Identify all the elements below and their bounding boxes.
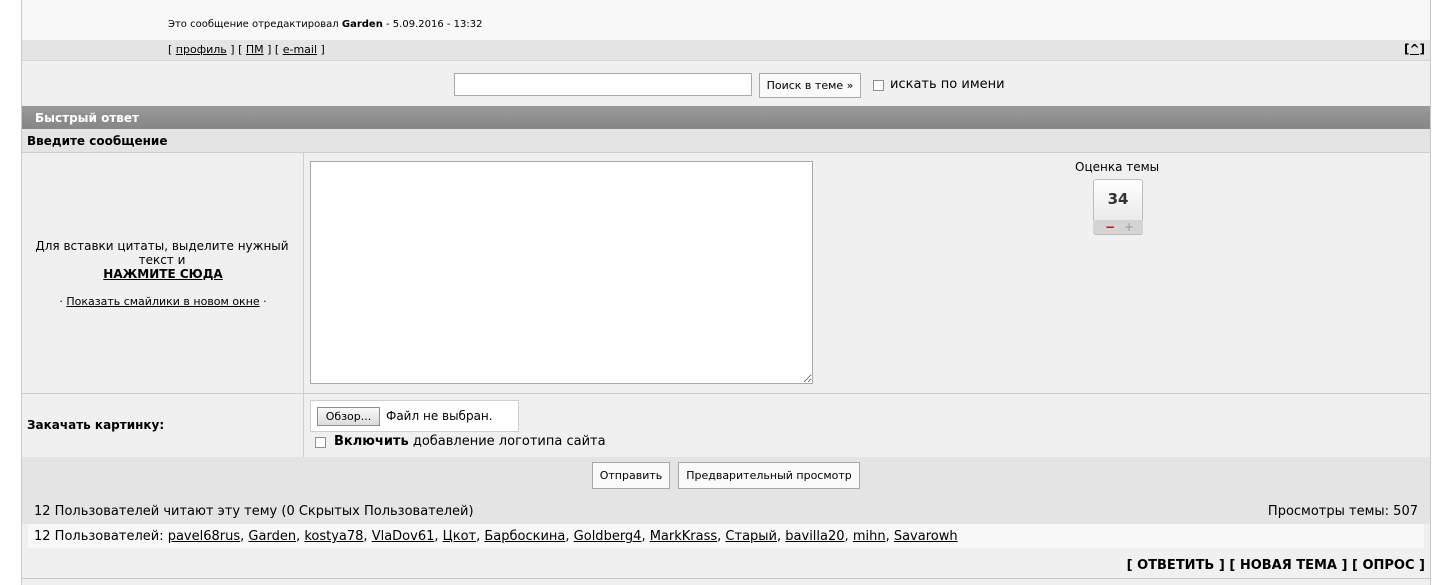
user-link[interactable]: kostya78	[304, 529, 363, 544]
image-upload-row: Закачать картинку: Обзор... Файл не выбр…	[22, 393, 1430, 458]
topic-search-button[interactable]: Поиск в теме »	[759, 73, 861, 98]
user-link[interactable]: Savarowh	[894, 529, 958, 544]
enter-message-row: Введите сообщение	[22, 129, 1430, 153]
new-topic-link[interactable]: НОВАЯ ТЕМА	[1240, 558, 1337, 573]
topic-views: Просмотры темы: 507	[1267, 504, 1418, 519]
add-logo-label-rest: добавление логотипа сайта	[412, 434, 606, 449]
search-by-name-label: искать по имени	[890, 77, 1005, 92]
rating-plus-button[interactable]: +	[1124, 220, 1134, 234]
quote-link-wrap: НАЖМИТЕ СЮДА	[22, 267, 304, 281]
reading-users-prefix: 12 Пользователей:	[34, 529, 164, 544]
rating-minus-button[interactable]: −	[1105, 220, 1115, 234]
topic-readers-row: 12 Пользователей читают эту тему (0 Скры…	[22, 494, 1430, 524]
user-link[interactable]: Цкот	[443, 529, 476, 544]
quote-helper-cell: Для вставки цитаты, выделите нужный текс…	[22, 153, 304, 393]
file-status-text: Файл не выбран.	[386, 409, 493, 423]
show-smiles-link[interactable]: Показать смайлики в новом окне	[66, 295, 259, 308]
reply-link[interactable]: ОТВЕТИТЬ	[1137, 558, 1214, 573]
search-by-name-checkbox[interactable]	[873, 80, 884, 91]
profile-link[interactable]: профиль	[176, 43, 227, 56]
topic-rating-widget: 34 − +	[1093, 179, 1143, 235]
edit-note: Это сообщение отредактировал Garden - 5.…	[168, 19, 482, 30]
user-link[interactable]: VlaDov61	[372, 529, 435, 544]
edit-note-author: Garden	[341, 19, 383, 30]
quote-hint-text: Для вставки цитаты, выделите нужный текс…	[35, 239, 289, 267]
submit-row: Отправить Предварительный просмотр	[22, 457, 1430, 494]
smiles-link-wrap: · Показать смайлики в новом окне ·	[59, 295, 267, 308]
user-link[interactable]: Goldberg4	[574, 529, 642, 544]
topic-rating-value: 34	[1107, 190, 1129, 208]
pm-link[interactable]: ПМ	[246, 43, 264, 56]
message-textarea[interactable]	[310, 161, 813, 384]
topic-search-row: Поиск в теме » искать по имени	[22, 60, 1430, 107]
post-edit-note-row: Это сообщение отредактировал Garden - 5.…	[22, 0, 1430, 40]
add-logo-label: Включить добавление логотипа сайта	[334, 434, 606, 449]
reading-users-row: 12 Пользователей: pavel68rus, Garden, ko…	[28, 524, 1424, 548]
topic-search-input[interactable]	[454, 73, 752, 96]
user-link[interactable]: bavilla20	[785, 529, 844, 544]
forum-topic-footer: Это сообщение отредактировал Garden - 5.…	[21, 0, 1431, 585]
message-editor-cell: Оценка темы 34 − +	[304, 153, 1430, 393]
rating-controls: − +	[1093, 220, 1143, 234]
reading-users-list: 12 Пользователей: pavel68rus, Garden, ko…	[34, 529, 958, 544]
file-picker: Обзор... Файл не выбран.	[310, 400, 519, 432]
post-links-row: [ профиль ] [ ПМ ] [ e-mail ] [^]	[22, 40, 1430, 60]
bottom-border	[22, 578, 1430, 579]
upload-image-label: Закачать картинку:	[27, 418, 165, 432]
upload-divider	[303, 394, 304, 458]
add-logo-checkbox[interactable]	[315, 437, 326, 448]
scroll-to-top-link[interactable]: [^]	[1404, 42, 1425, 56]
topic-actions: [ ОТВЕТИТЬ ] [ НОВАЯ ТЕМА ] [ ОПРОС ]	[1126, 558, 1425, 573]
user-link[interactable]: pavel68rus	[168, 529, 240, 544]
post-links: [ профиль ] [ ПМ ] [ e-mail ]	[168, 43, 325, 56]
email-link[interactable]: e-mail	[283, 43, 317, 56]
user-link[interactable]: Барбоскина	[484, 529, 565, 544]
insert-quote-link[interactable]: НАЖМИТЕ СЮДА	[103, 267, 222, 281]
user-link[interactable]: MarkKrass	[650, 529, 717, 544]
browse-file-button[interactable]: Обзор...	[317, 407, 380, 426]
quick-reply-title: Быстрый ответ	[35, 111, 139, 125]
readers-summary: 12 Пользователей читают эту тему (0 Скры…	[34, 504, 474, 519]
edit-note-prefix: Это сообщение отредактировал	[168, 19, 339, 30]
add-logo-label-bold: Включить	[334, 434, 409, 449]
send-button[interactable]: Отправить	[592, 462, 670, 489]
poll-link[interactable]: ОПРОС	[1362, 558, 1414, 573]
edit-note-date: - 5.09.2016 - 13:32	[386, 19, 483, 30]
user-link[interactable]: Garden	[248, 529, 296, 544]
quick-reply-header: Быстрый ответ	[22, 106, 1430, 129]
user-link[interactable]: Старый	[725, 529, 777, 544]
enter-message-label: Введите сообщение	[27, 134, 168, 148]
preview-button[interactable]: Предварительный просмотр	[678, 462, 860, 489]
topic-rating-label: Оценка темы	[1075, 160, 1160, 174]
user-link[interactable]: mihn	[853, 529, 886, 544]
